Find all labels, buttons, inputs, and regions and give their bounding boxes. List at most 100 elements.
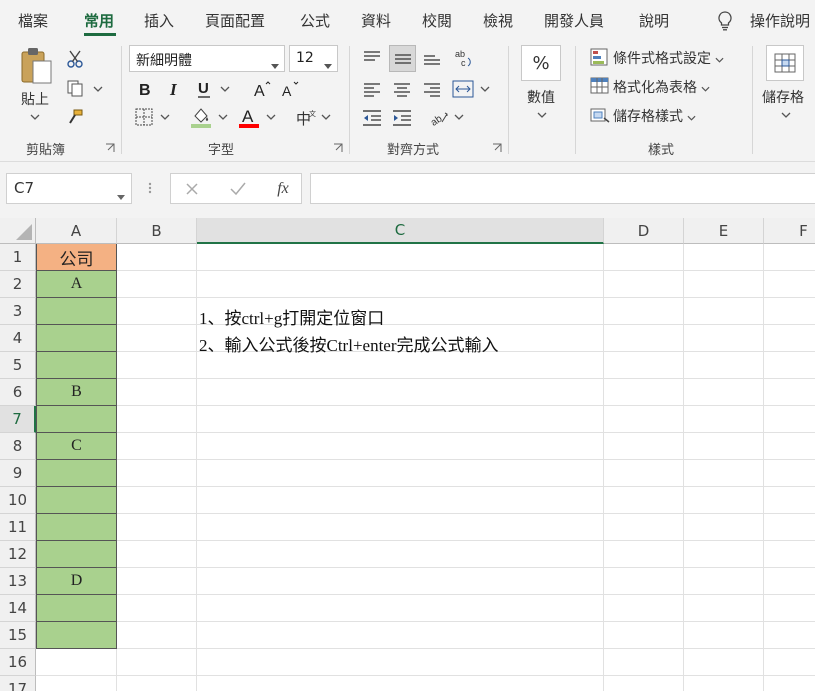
copy-dropdown-chevron-icon[interactable] — [92, 84, 104, 94]
tab-review[interactable]: 校閱 — [422, 10, 452, 31]
bold-icon[interactable]: B — [133, 78, 155, 100]
cut-icon[interactable] — [64, 48, 86, 70]
cell-a8[interactable]: C — [36, 433, 117, 460]
alignment-launcher-icon[interactable] — [492, 143, 502, 153]
tab-data[interactable]: 資料 — [361, 10, 391, 31]
row-header-8[interactable]: 8 — [0, 433, 36, 460]
column-header-c[interactable]: C — [197, 218, 604, 244]
tab-help[interactable]: 說明 — [639, 10, 669, 31]
tab-page-layout[interactable]: 頁面配置 — [205, 10, 265, 31]
row-header-11[interactable]: 11 — [0, 514, 36, 541]
orientation-icon[interactable]: ab — [427, 106, 451, 130]
cell-a9[interactable] — [36, 460, 117, 487]
paste-dropdown-chevron-icon[interactable] — [28, 112, 42, 122]
clipboard-launcher-icon[interactable] — [105, 143, 115, 153]
name-box[interactable]: C7 — [6, 173, 132, 204]
cells-icon[interactable] — [766, 45, 804, 81]
copy-icon[interactable] — [64, 77, 86, 99]
font-color-dropdown-chevron-icon[interactable] — [265, 112, 277, 122]
underline-icon[interactable]: U — [193, 78, 215, 100]
align-left-icon[interactable] — [360, 78, 384, 102]
align-top-icon[interactable] — [360, 46, 384, 70]
row-header-17[interactable]: 17 — [0, 676, 36, 691]
tab-insert[interactable]: 插入 — [144, 10, 174, 31]
row-header-12[interactable]: 12 — [0, 541, 36, 568]
column-header-a[interactable]: A — [36, 218, 117, 244]
confirm-entry-icon[interactable] — [228, 179, 248, 199]
tell-me-search[interactable]: 操作說明 — [750, 10, 810, 31]
font-name-combobox[interactable]: 新細明體 — [129, 45, 285, 72]
increase-font-size-icon[interactable]: A — [251, 78, 273, 100]
merge-dropdown-chevron-icon[interactable] — [479, 84, 491, 94]
cell-a6[interactable]: B — [36, 379, 117, 406]
cell-a7[interactable] — [36, 406, 117, 433]
borders-icon[interactable] — [133, 106, 155, 128]
number-format-percent-icon[interactable]: % — [521, 45, 561, 81]
cell-a12[interactable] — [36, 541, 117, 568]
format-as-table-label[interactable]: 格式化為表格 — [613, 77, 710, 97]
cell-a1-header[interactable]: 公司 — [36, 244, 117, 271]
fill-color-dropdown-chevron-icon[interactable] — [217, 112, 229, 122]
chevron-down-icon[interactable] — [271, 57, 279, 73]
row-header-14[interactable]: 14 — [0, 595, 36, 622]
row-header-10[interactable]: 10 — [0, 487, 36, 514]
cell-a3[interactable] — [36, 298, 117, 325]
underline-dropdown-chevron-icon[interactable] — [219, 84, 231, 94]
column-header-e[interactable]: E — [684, 218, 764, 244]
row-header-9[interactable]: 9 — [0, 460, 36, 487]
align-center-icon[interactable] — [390, 78, 414, 102]
cell-a2[interactable]: A — [36, 271, 117, 298]
increase-indent-icon[interactable] — [390, 106, 414, 130]
tab-developer[interactable]: 開發人員 — [544, 10, 604, 31]
font-color-icon[interactable]: A — [237, 104, 261, 130]
align-bottom-icon[interactable] — [420, 46, 444, 70]
phonetic-dropdown-chevron-icon[interactable] — [320, 112, 332, 122]
instruction-line-1[interactable]: 1、按ctrl+g打開定位窗口 — [199, 304, 384, 329]
column-header-d[interactable]: D — [604, 218, 684, 244]
row-header-3[interactable]: 3 — [0, 298, 36, 325]
row-header-4[interactable]: 4 — [0, 325, 36, 352]
row-header-1[interactable]: 1 — [0, 244, 36, 271]
select-all-corner[interactable] — [0, 218, 36, 244]
instruction-line-2[interactable]: 2、輸入公式後按Ctrl+enter完成公式輸入 — [199, 331, 499, 356]
cancel-entry-icon[interactable] — [182, 179, 202, 199]
font-launcher-icon[interactable] — [333, 143, 343, 153]
format-as-table-icon[interactable] — [589, 75, 611, 97]
cells-button-label[interactable]: 儲存格 — [762, 87, 804, 107]
cell-a14[interactable] — [36, 595, 117, 622]
cell-a10[interactable] — [36, 487, 117, 514]
merge-center-icon[interactable] — [451, 77, 475, 101]
conditional-formatting-icon[interactable] — [589, 46, 611, 68]
column-header-f[interactable]: F — [764, 218, 815, 244]
name-box-dropdown-icon[interactable] — [117, 186, 125, 204]
row-header-7[interactable]: 7 — [0, 406, 36, 433]
tab-home[interactable]: 常用 — [84, 10, 114, 31]
number-button-label[interactable]: 數值 — [527, 87, 555, 107]
chevron-down-icon[interactable] — [324, 57, 332, 73]
format-painter-icon[interactable] — [64, 106, 86, 128]
cell-styles-icon[interactable] — [589, 104, 611, 126]
borders-dropdown-chevron-icon[interactable] — [159, 112, 171, 122]
cell-a13[interactable]: D — [36, 568, 117, 595]
cell-styles-label[interactable]: 儲存格樣式 — [613, 106, 696, 126]
paste-button-label[interactable]: 貼上 — [21, 89, 49, 109]
row-header-16[interactable]: 16 — [0, 649, 36, 676]
paste-icon[interactable] — [16, 46, 56, 86]
formula-input[interactable] — [310, 173, 815, 204]
italic-icon[interactable]: I — [163, 78, 185, 100]
align-middle-icon[interactable] — [389, 45, 416, 72]
row-header-2[interactable]: 2 — [0, 271, 36, 298]
cell-a5[interactable] — [36, 352, 117, 379]
tab-file[interactable]: 檔案 — [18, 10, 48, 31]
row-header-13[interactable]: 13 — [0, 568, 36, 595]
conditional-formatting-label[interactable]: 條件式格式設定 — [613, 48, 724, 68]
phonetic-guide-icon[interactable]: 中文 — [294, 106, 318, 130]
orientation-dropdown-chevron-icon[interactable] — [453, 112, 465, 122]
decrease-font-size-icon[interactable]: A — [279, 78, 301, 100]
tab-formulas[interactable]: 公式 — [300, 10, 330, 31]
row-header-6[interactable]: 6 — [0, 379, 36, 406]
insert-function-icon[interactable]: fx — [272, 178, 294, 200]
row-header-15[interactable]: 15 — [0, 622, 36, 649]
text-orientation-icon[interactable]: ab c — [451, 46, 475, 70]
number-dropdown-chevron-icon[interactable] — [536, 110, 548, 120]
